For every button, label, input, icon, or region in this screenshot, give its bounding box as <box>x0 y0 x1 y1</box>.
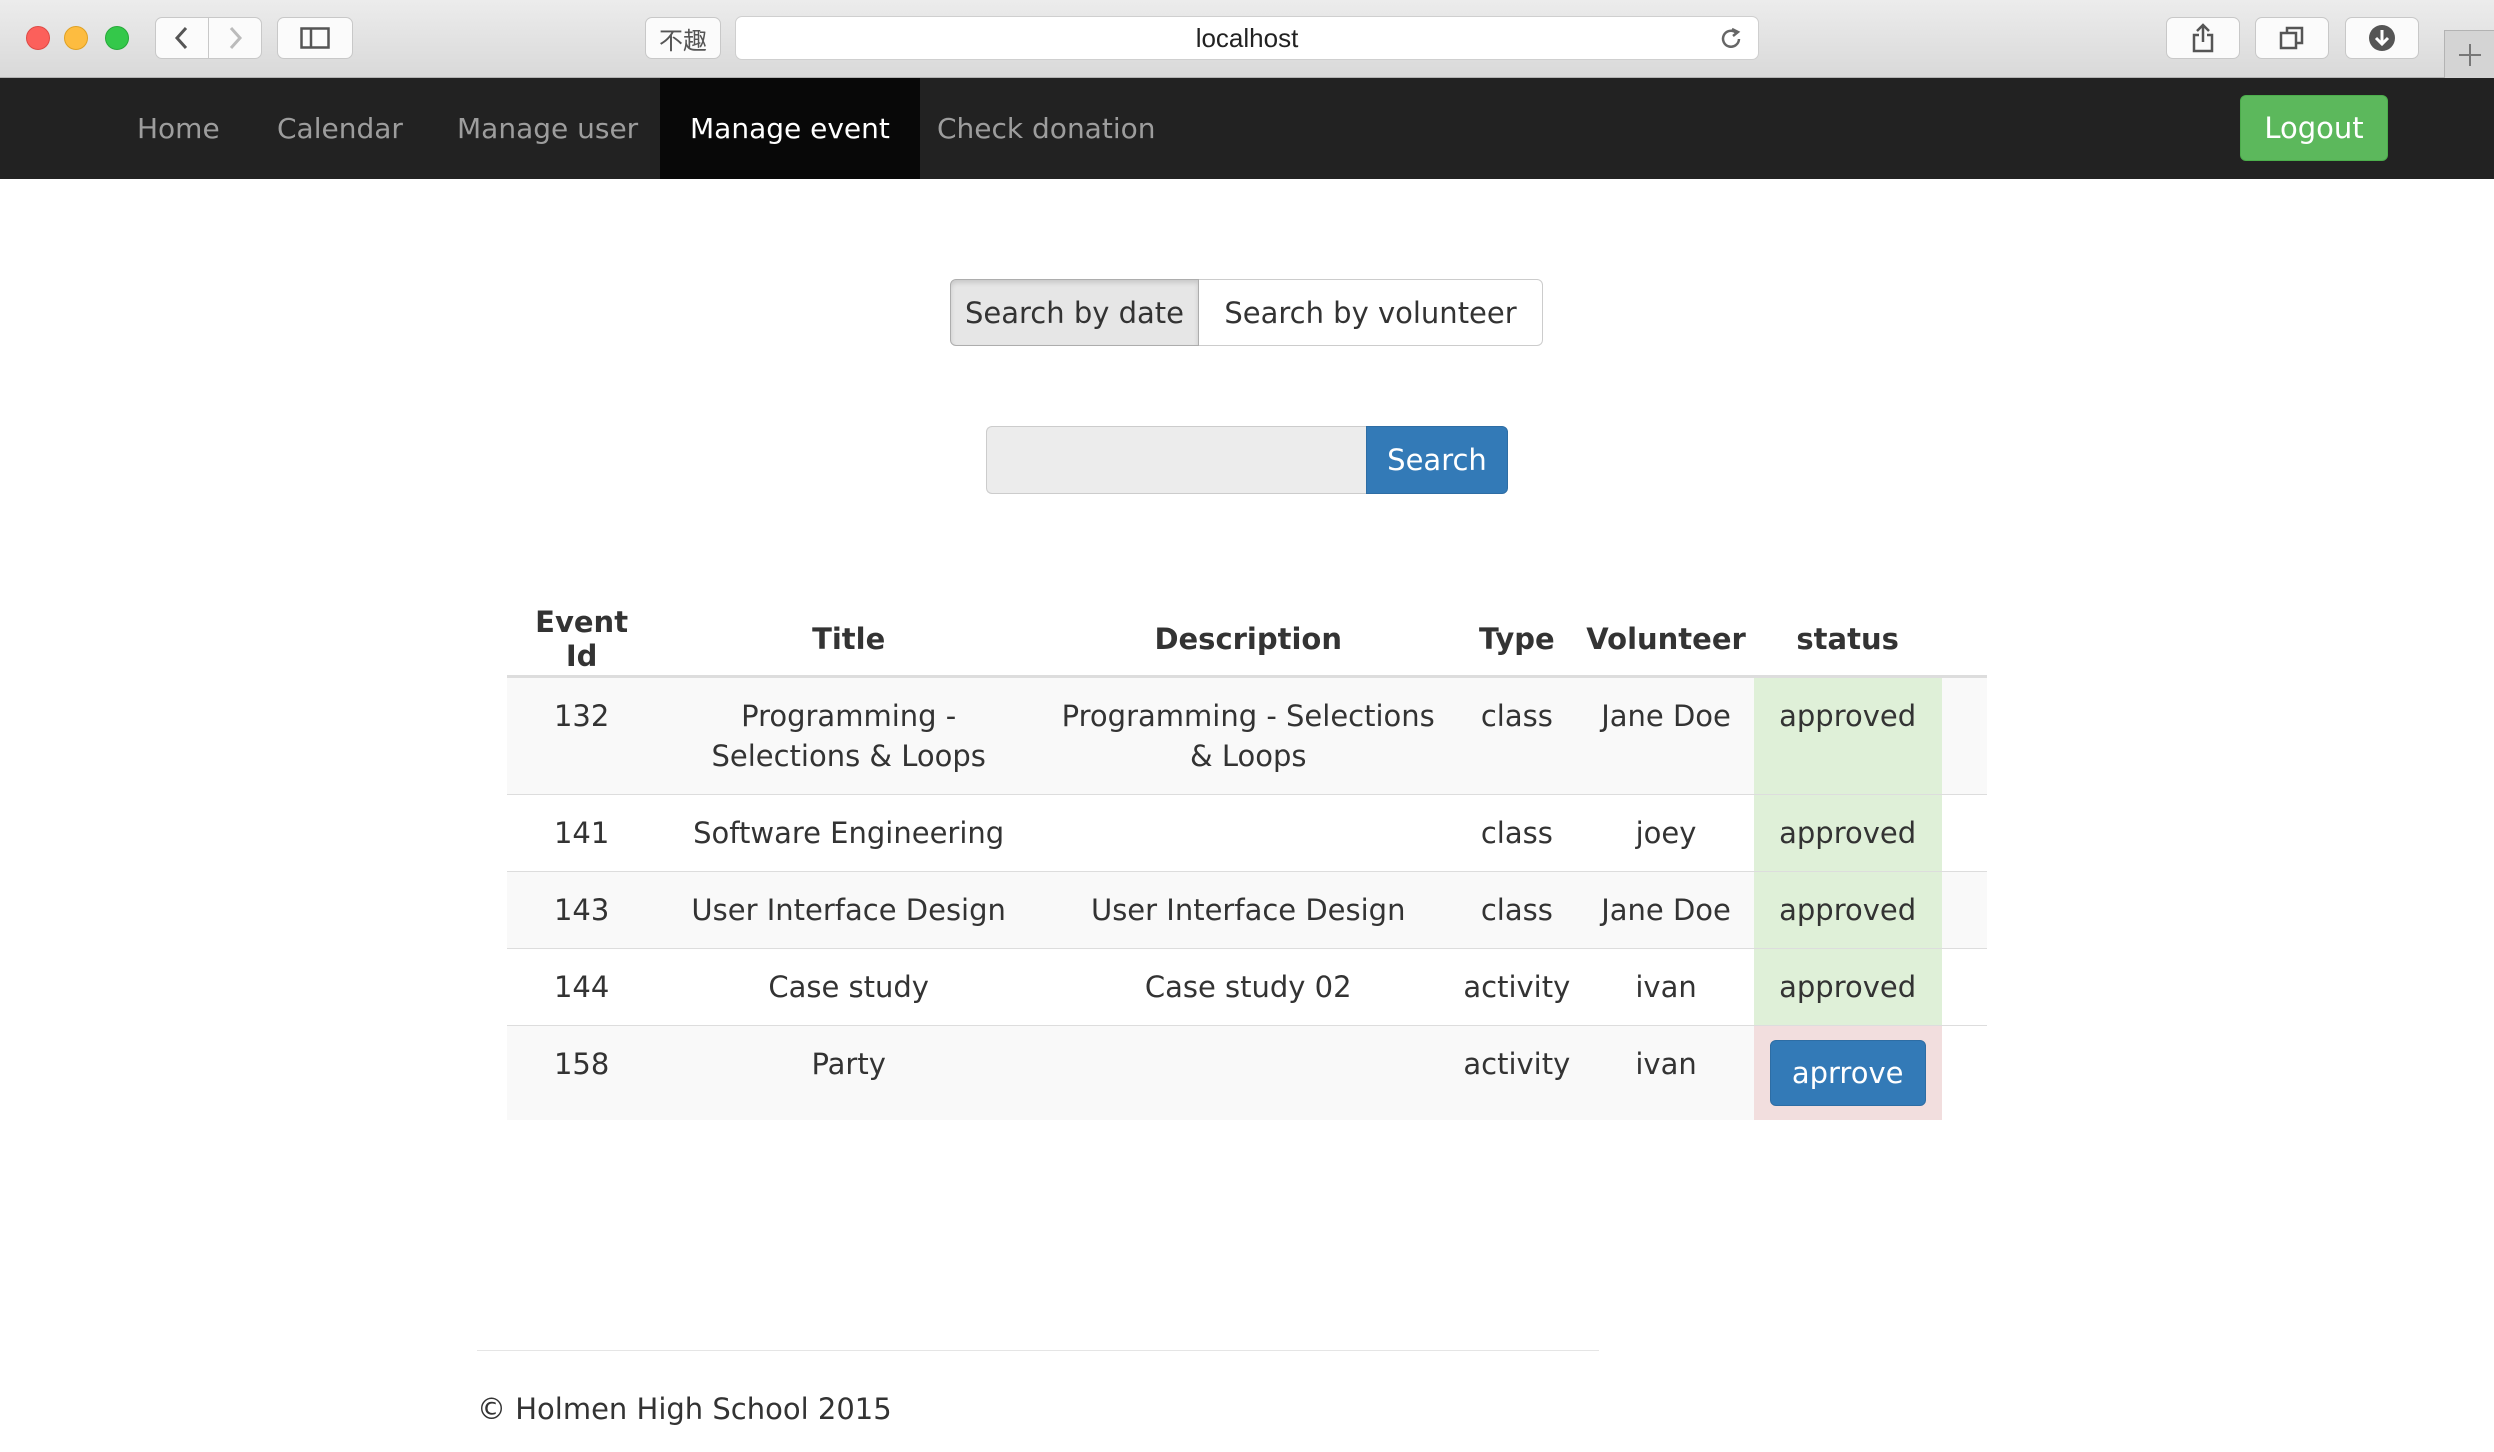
main-navbar: Home Calendar Manage user Manage event C… <box>0 78 2494 179</box>
cell-event-id: 143 <box>507 870 657 948</box>
column-header-volunteer: Volunteer <box>1578 604 1754 678</box>
cell-title: User Interface Design <box>656 870 1042 948</box>
reader-button[interactable]: 不趣 <box>645 17 721 59</box>
new-tab-button[interactable] <box>2444 30 2494 78</box>
cell-spacer <box>1941 793 1987 871</box>
browser-toolbar: 不趣 localhost <box>0 0 2494 78</box>
address-bar[interactable]: localhost <box>735 16 1759 60</box>
cell-description: User Interface Design <box>1041 870 1456 948</box>
cell-title: Case study <box>656 947 1042 1025</box>
reader-glyph: 不趣 <box>659 26 707 55</box>
close-window-button[interactable] <box>26 26 50 50</box>
sidebar-icon <box>300 27 330 49</box>
events-table: Event Id Title Description Type Voluntee… <box>507 604 1987 1120</box>
nav-manage-event[interactable]: Manage event <box>660 78 920 179</box>
approve-button[interactable]: aprrove <box>1769 1039 1926 1106</box>
table-row: 158 Party activity ivan aprrove <box>507 1024 1987 1120</box>
table-row: 141 Software Engineering class joey appr… <box>507 793 1987 871</box>
cell-event-id: 144 <box>507 947 657 1025</box>
chevron-right-icon <box>229 26 243 50</box>
cell-description: Programming - Selections & Loops <box>1041 675 1456 794</box>
table-row: 132 Programming - Selections & Loops Pro… <box>507 675 1987 794</box>
back-button[interactable] <box>155 17 209 59</box>
url-text: localhost <box>1195 22 1299 53</box>
cell-status: approved <box>1753 947 1942 1025</box>
minimize-window-button[interactable] <box>64 26 88 50</box>
column-header-description: Description <box>1041 604 1456 678</box>
downloads-button[interactable] <box>2345 17 2419 59</box>
forward-button[interactable] <box>208 17 262 59</box>
table-header-row: Event Id Title Description Type Voluntee… <box>507 604 1987 678</box>
cell-status: approved <box>1753 793 1942 871</box>
search-mode-toggle: Search by date Search by volunteer <box>950 279 1543 346</box>
cell-volunteer: ivan <box>1578 947 1754 1025</box>
cell-spacer <box>1941 675 1987 794</box>
cell-title: Programming - Selections & Loops <box>656 675 1042 794</box>
cell-volunteer: joey <box>1578 793 1754 871</box>
sidebar-toggle-button[interactable] <box>277 17 353 59</box>
footer-copyright: © Holmen High School 2015 <box>477 1392 892 1426</box>
cell-type: activity <box>1455 947 1579 1025</box>
download-icon <box>2369 25 2395 51</box>
cell-title: Software Engineering <box>656 793 1042 871</box>
search-by-date-button[interactable]: Search by date <box>950 279 1199 346</box>
plus-icon <box>2458 43 2481 66</box>
cell-volunteer: ivan <box>1578 1024 1754 1120</box>
nav-manage-user[interactable]: Manage user <box>457 78 638 179</box>
cell-spacer <box>1941 870 1987 948</box>
search-input[interactable] <box>986 426 1366 494</box>
cell-type: class <box>1455 793 1579 871</box>
column-header-status: status <box>1753 604 1942 678</box>
reload-icon[interactable] <box>1718 26 1744 52</box>
nav-home[interactable]: Home <box>137 78 220 179</box>
column-header-spacer <box>1941 604 1987 678</box>
cell-status: approved <box>1753 870 1942 948</box>
nav-calendar[interactable]: Calendar <box>277 78 403 179</box>
column-header-type: Type <box>1455 604 1579 678</box>
table-row: 143 User Interface Design User Interface… <box>507 870 1987 948</box>
column-header-title: Title <box>656 604 1042 678</box>
tabs-overview-button[interactable] <box>2255 17 2329 59</box>
cell-type: class <box>1455 675 1579 794</box>
cell-event-id: 132 <box>507 675 657 794</box>
tabs-icon <box>2279 26 2304 50</box>
cell-type: class <box>1455 870 1579 948</box>
cell-description <box>1041 793 1456 871</box>
cell-description: Case study 02 <box>1041 947 1456 1025</box>
logout-button[interactable]: Logout <box>2240 95 2388 161</box>
cell-event-id: 141 <box>507 793 657 871</box>
share-button[interactable] <box>2166 17 2240 59</box>
column-header-event-id: Event Id <box>507 604 657 678</box>
nav-check-donation[interactable]: Check donation <box>937 78 1155 179</box>
chevron-left-icon <box>174 26 188 50</box>
cell-type: activity <box>1455 1024 1579 1120</box>
search-by-volunteer-button[interactable]: Search by volunteer <box>1199 279 1543 346</box>
footer-divider <box>477 1350 1599 1351</box>
cell-title: Party <box>656 1024 1042 1120</box>
search-button[interactable]: Search <box>1366 426 1508 494</box>
cell-event-id: 158 <box>507 1024 657 1120</box>
search-form: Search <box>986 426 1508 494</box>
cell-status: aprrove <box>1753 1024 1942 1120</box>
cell-spacer <box>1941 947 1987 1025</box>
share-icon <box>2192 23 2214 53</box>
cell-spacer <box>1941 1024 1987 1120</box>
cell-status: approved <box>1753 675 1942 794</box>
zoom-window-button[interactable] <box>105 26 129 50</box>
table-row: 144 Case study Case study 02 activity iv… <box>507 947 1987 1025</box>
cell-description <box>1041 1024 1456 1120</box>
cell-volunteer: Jane Doe <box>1578 870 1754 948</box>
cell-volunteer: Jane Doe <box>1578 675 1754 794</box>
